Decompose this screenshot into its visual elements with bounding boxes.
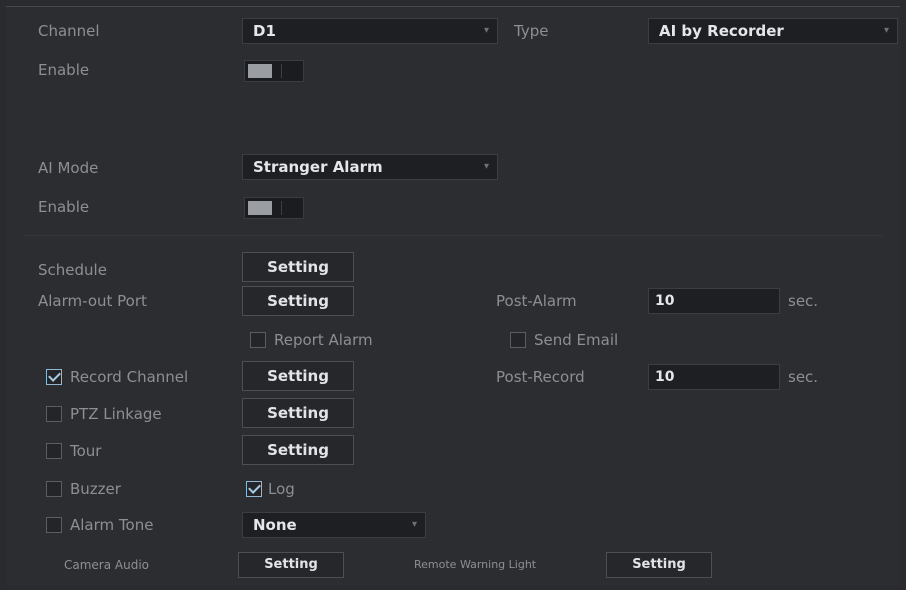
log-checkbox[interactable]: [246, 481, 262, 497]
type-label: Type: [514, 22, 549, 40]
type-select[interactable]: AI by Recorder ▾: [648, 18, 898, 44]
ai-mode-select[interactable]: Stranger Alarm ▾: [242, 154, 498, 180]
alarm-out-setting-button[interactable]: Setting: [242, 286, 354, 316]
record-channel-setting-button[interactable]: Setting: [242, 361, 354, 391]
tour-setting-button[interactable]: Setting: [242, 435, 354, 465]
channel-select[interactable]: D1 ▾: [242, 18, 498, 44]
post-alarm-label: Post-Alarm: [496, 292, 577, 310]
divider: [24, 235, 882, 236]
schedule-setting-button[interactable]: Setting: [242, 252, 354, 282]
alarm-out-port-label: Alarm-out Port: [38, 292, 147, 310]
post-record-input[interactable]: 10: [648, 364, 780, 390]
ptz-linkage-label: PTZ Linkage: [70, 405, 162, 423]
send-email-checkbox[interactable]: [510, 332, 526, 348]
camera-audio-label: Camera Audio: [64, 558, 150, 572]
alarm-tone-select[interactable]: None ▾: [242, 512, 426, 538]
chevron-down-icon: ▾: [883, 25, 889, 36]
alarm-tone-label: Alarm Tone: [70, 516, 154, 534]
send-email-label: Send Email: [534, 331, 619, 349]
enable-toggle[interactable]: [244, 60, 304, 82]
buzzer-checkbox[interactable]: [46, 481, 62, 497]
tour-checkbox[interactable]: [46, 443, 62, 459]
report-alarm-checkbox[interactable]: [250, 332, 266, 348]
enable-label: Enable: [38, 61, 90, 79]
chevron-down-icon: ▾: [483, 161, 489, 172]
schedule-label: Schedule: [38, 261, 107, 279]
alarm-tone-value: None: [253, 516, 297, 534]
ai-enable-toggle[interactable]: [244, 197, 304, 219]
ptz-linkage-checkbox[interactable]: [46, 406, 62, 422]
ai-mode-label: AI Mode: [38, 159, 99, 177]
chevron-down-icon: ▾: [411, 519, 417, 530]
report-alarm-label: Report Alarm: [274, 331, 373, 349]
alarm-tone-checkbox[interactable]: [46, 517, 62, 533]
channel-value: D1: [253, 22, 276, 40]
remote-warning-light-label: Remote Warning Light: [414, 558, 537, 571]
tour-label: Tour: [70, 442, 102, 460]
post-alarm-input[interactable]: 10: [648, 288, 780, 314]
ai-enable-label: Enable: [38, 198, 90, 216]
camera-audio-setting-button[interactable]: Setting: [238, 552, 344, 578]
post-alarm-unit: sec.: [788, 292, 819, 310]
buzzer-label: Buzzer: [70, 480, 121, 498]
post-record-label: Post-Record: [496, 368, 585, 386]
chevron-down-icon: ▾: [483, 25, 489, 36]
record-channel-label: Record Channel: [70, 368, 189, 386]
log-label: Log: [268, 480, 295, 498]
alarm-settings-panel: Channel D1 ▾ Type AI by Recorder ▾ Enabl…: [6, 6, 900, 585]
record-channel-checkbox[interactable]: [46, 369, 62, 385]
channel-label: Channel: [38, 22, 100, 40]
ai-mode-value: Stranger Alarm: [253, 158, 383, 176]
post-record-unit: sec.: [788, 368, 819, 386]
remote-warning-light-setting-button[interactable]: Setting: [606, 552, 712, 578]
ptz-linkage-setting-button[interactable]: Setting: [242, 398, 354, 428]
type-value: AI by Recorder: [659, 22, 784, 40]
